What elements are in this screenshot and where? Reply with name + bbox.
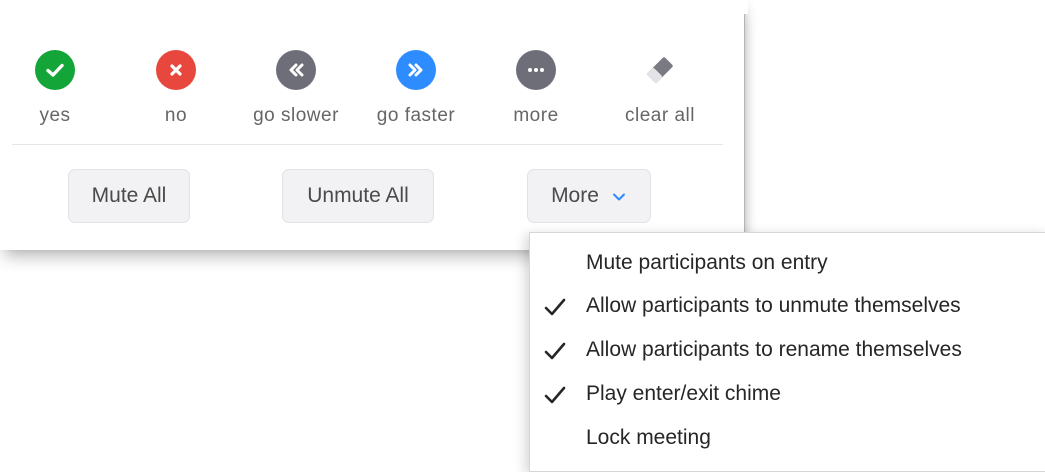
reaction-no[interactable]: no [116, 50, 236, 130]
reaction-label: clear all [625, 105, 695, 126]
participants-controls-panel: yes no go slower go faster more clear al… [0, 0, 745, 250]
reaction-more[interactable]: more [476, 50, 596, 130]
rewind-icon [276, 50, 316, 90]
menu-item-label: Mute participants on entry [586, 251, 828, 274]
unmute-all-label: Unmute All [307, 184, 409, 207]
reaction-label: no [164, 105, 188, 126]
menu-item-mute-on-entry[interactable]: Mute participants on entry [530, 242, 1045, 286]
menu-item-allow-unmute[interactable]: Allow participants to unmute themselves [530, 285, 1045, 329]
more-label: More [551, 184, 599, 207]
fast-forward-icon [396, 50, 436, 90]
more-button[interactable]: More [527, 169, 651, 223]
reaction-label: yes [39, 105, 71, 126]
reaction-go-slower[interactable]: go slower [236, 50, 356, 130]
close-icon [156, 50, 196, 90]
menu-item-label: Lock meeting [586, 426, 711, 449]
reaction-label: more [513, 105, 559, 126]
reaction-label: go slower [253, 105, 339, 126]
menu-item-label: Allow participants to rename themselves [586, 338, 962, 361]
divider [12, 144, 723, 145]
mute-all-label: Mute All [91, 184, 167, 207]
menu-item-lock-meeting[interactable]: Lock meeting [530, 417, 1045, 461]
reaction-yes[interactable]: yes [0, 50, 115, 130]
reaction-label: go faster [376, 105, 456, 126]
check-icon [35, 50, 75, 90]
mute-all-button[interactable]: Mute All [68, 169, 190, 223]
checkmark-icon [543, 383, 567, 407]
menu-item-label: Allow participants to unmute themselves [586, 294, 961, 317]
more-dropdown-menu: Mute participants on entry Allow partici… [529, 232, 1045, 472]
reaction-go-faster[interactable]: go faster [356, 50, 476, 130]
menu-item-chime[interactable]: Play enter/exit chime [530, 373, 1045, 417]
ellipsis-icon [516, 50, 556, 90]
checkmark-icon [543, 295, 567, 319]
panel-edge [744, 0, 748, 14]
chevron-down-icon [611, 184, 627, 208]
eraser-icon [640, 50, 680, 90]
checkmark-icon [543, 339, 567, 363]
menu-item-allow-rename[interactable]: Allow participants to rename themselves [530, 329, 1045, 373]
menu-item-label: Play enter/exit chime [586, 382, 781, 405]
reaction-clear-all[interactable]: clear all [600, 50, 720, 130]
unmute-all-button[interactable]: Unmute All [282, 169, 434, 223]
